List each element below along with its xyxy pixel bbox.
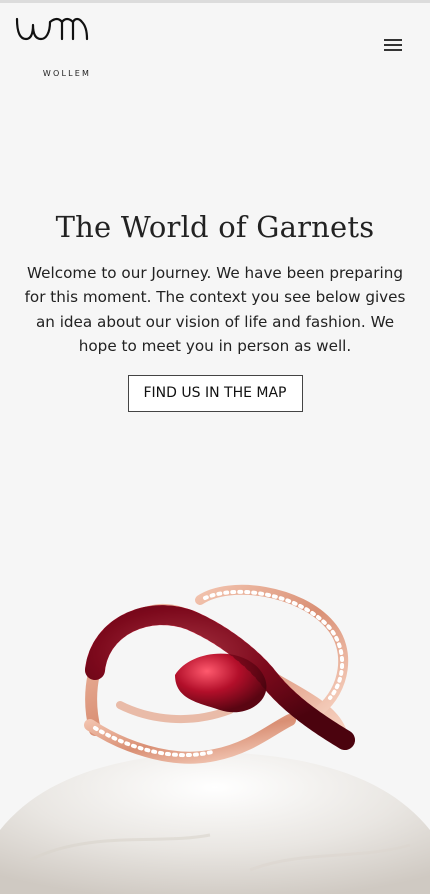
site-header: WOLLEM (0, 3, 430, 83)
find-us-map-button[interactable]: FIND US IN THE MAP (127, 374, 303, 412)
brand-logo[interactable]: WOLLEM (15, 16, 89, 78)
page-title: The World of Garnets (55, 210, 375, 244)
brand-name: WOLLEM (42, 69, 92, 78)
wm-monogram-icon (15, 17, 89, 41)
hero-description: Welcome to our Journey. We have been pre… (24, 263, 406, 356)
garnet-ring-image (0, 530, 430, 894)
hamburger-menu-icon[interactable] (383, 36, 405, 54)
hero-section: The World of Garnets Welcome to our Jour… (0, 200, 430, 412)
